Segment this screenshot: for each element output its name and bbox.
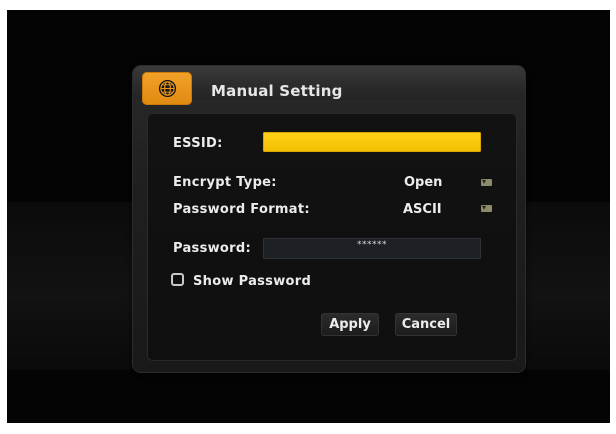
password-format-value[interactable]: ASCII (403, 202, 442, 217)
show-password-label: Show Password (193, 274, 312, 289)
manual-setting-dialog: Manual Setting ESSID: Encrypt Type: Open… (133, 66, 525, 372)
dialog-title: Manual Setting (211, 82, 343, 100)
cancel-button[interactable]: Cancel (395, 313, 457, 336)
password-label: Password: (173, 241, 251, 256)
show-password-checkbox[interactable] (171, 273, 184, 286)
password-format-label: Password Format: (173, 202, 310, 217)
encrypt-type-label: Encrypt Type: (173, 175, 277, 190)
encrypt-type-value[interactable]: Open (404, 175, 442, 190)
title-icon-badge (142, 72, 192, 105)
password-format-dropdown-button[interactable]: ▾ (481, 203, 492, 212)
chevron-down-icon: ▾ (482, 203, 487, 212)
essid-label: ESSID: (173, 136, 223, 151)
chevron-down-icon: ▾ (482, 177, 487, 186)
password-input[interactable]: ****** (263, 238, 481, 259)
tv-screen: Manual Setting ESSID: Encrypt Type: Open… (7, 10, 610, 423)
encrypt-type-dropdown-button[interactable]: ▾ (481, 177, 492, 186)
globe-icon (158, 79, 177, 98)
password-mask-text: ****** (357, 240, 387, 250)
apply-button[interactable]: Apply (321, 313, 379, 336)
essid-input[interactable] (263, 132, 481, 152)
